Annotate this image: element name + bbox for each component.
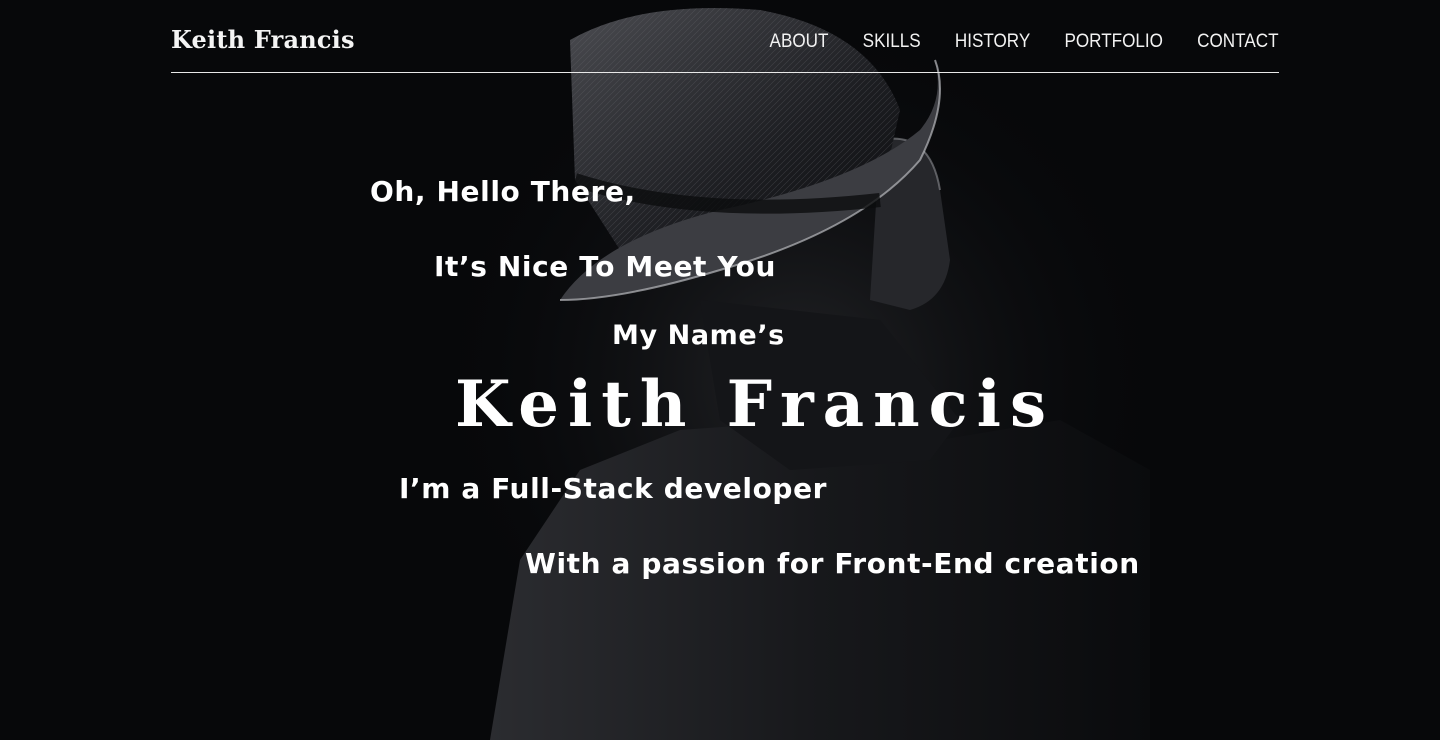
hero-my-name-label: My Name’s xyxy=(612,320,785,351)
hero-role: I’m a Full-Stack developer xyxy=(399,472,828,505)
hero-passion: With a passion for Front-End creation xyxy=(525,547,1140,580)
hero-greeting: Oh, Hello There, xyxy=(370,175,636,208)
hero-intro: Oh, Hello There, It’s Nice To Meet You M… xyxy=(0,0,1440,740)
hero-nice-to-meet: It’s Nice To Meet You xyxy=(434,250,777,283)
page: Keith Francis ABOUT SKILLS HISTORY PORTF… xyxy=(0,0,1440,740)
hero-name-title: Keith Francis xyxy=(455,367,1055,442)
